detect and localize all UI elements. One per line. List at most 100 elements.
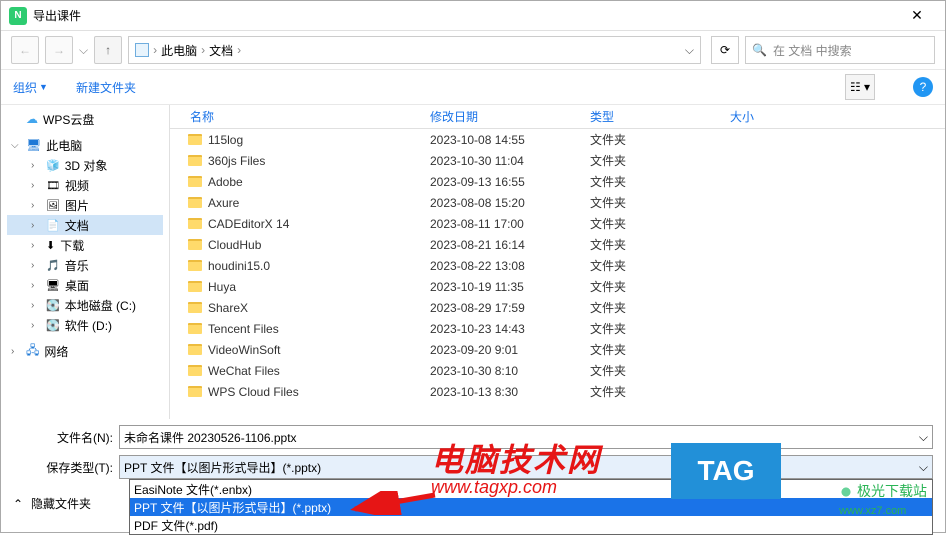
file-name: WPS Cloud Files [208, 385, 299, 399]
chevron-down-icon: ▼ [39, 82, 48, 92]
sidebar-item[interactable]: › 🧊 3D 对象 [7, 155, 163, 175]
file-type: 文件夹 [590, 341, 730, 358]
file-type: 文件夹 [590, 299, 730, 316]
table-row[interactable]: 115log 2023-10-08 14:55 文件夹 [170, 129, 945, 150]
cube-icon: 🧊 [46, 159, 60, 172]
file-type: 文件夹 [590, 278, 730, 295]
file-name: CADEditorX 14 [208, 217, 289, 231]
chevron-down-icon[interactable]: ⌵ [685, 43, 694, 58]
film-icon: 🎞 [46, 179, 60, 192]
search-placeholder: 在 文档 中搜索 [773, 42, 852, 59]
sidebar-item[interactable]: › 🖥 桌面 [7, 275, 163, 295]
filename-input[interactable]: 未命名课件 20230526-1106.pptx ⌵ [119, 425, 933, 449]
close-button[interactable]: ✕ [897, 3, 937, 29]
table-row[interactable]: WPS Cloud Files 2023-10-13 8:30 文件夹 [170, 381, 945, 402]
chevron-right-icon: › [153, 43, 157, 57]
sidebar-item-label: 3D 对象 [65, 157, 108, 174]
sidebar-item-label: 网络 [44, 343, 68, 360]
sidebar-item-label: 视频 [65, 177, 89, 194]
view-mode-button[interactable]: ☷ ▾ [845, 74, 875, 100]
table-row[interactable]: WeChat Files 2023-10-30 8:10 文件夹 [170, 360, 945, 381]
breadcrumb-root[interactable]: 此电脑 [161, 42, 197, 59]
sidebar-item-wps[interactable]: ☁ WPS云盘 [7, 109, 163, 129]
hide-folders-button[interactable]: 隐藏文件夹 [31, 495, 91, 512]
file-type: 文件夹 [590, 362, 730, 379]
sidebar-item-label: 本地磁盘 (C:) [65, 297, 136, 314]
column-type[interactable]: 类型 [590, 108, 730, 125]
network-icon: 🖧 [26, 341, 39, 362]
file-date: 2023-10-19 11:35 [430, 280, 590, 294]
table-row[interactable]: Huya 2023-10-19 11:35 文件夹 [170, 276, 945, 297]
table-row[interactable]: Tencent Files 2023-10-23 14:43 文件夹 [170, 318, 945, 339]
sidebar-item[interactable]: › 🎞 视频 [7, 175, 163, 195]
chevron-down-icon[interactable]: ⌵ [919, 460, 928, 475]
file-type: 文件夹 [590, 215, 730, 232]
sidebar-item[interactable]: › 💽 本地磁盘 (C:) [7, 295, 163, 315]
table-row[interactable]: VideoWinSoft 2023-09-20 9:01 文件夹 [170, 339, 945, 360]
help-button[interactable]: ? [913, 77, 933, 97]
table-row[interactable]: CloudHub 2023-08-21 16:14 文件夹 [170, 234, 945, 255]
file-name: Axure [208, 196, 239, 210]
filetype-select[interactable]: PPT 文件【以图片形式导出】(*.pptx) ⌵ [119, 455, 933, 479]
sidebar-item-pc[interactable]: ⌵ 🖥 此电脑 [7, 135, 163, 155]
file-list[interactable]: 115log 2023-10-08 14:55 文件夹 360js Files … [170, 129, 945, 419]
sidebar-item[interactable]: › 🖼 图片 [7, 195, 163, 215]
file-type: 文件夹 [590, 320, 730, 337]
file-date: 2023-10-30 8:10 [430, 364, 590, 378]
column-date[interactable]: 修改日期 [430, 108, 590, 125]
download-icon: ⬇ [46, 239, 55, 252]
sidebar-item[interactable]: › ⬇ 下载 [7, 235, 163, 255]
dropdown-option[interactable]: EasiNote 文件(*.enbx) [130, 480, 932, 498]
filetype-dropdown[interactable]: EasiNote 文件(*.enbx)PPT 文件【以图片形式导出】(*.ppt… [129, 479, 933, 535]
folder-icon [188, 344, 202, 355]
file-type: 文件夹 [590, 236, 730, 253]
up-button[interactable]: ↑ [94, 36, 122, 64]
history-chevron-icon[interactable]: ⌵ [79, 43, 88, 58]
sidebar-item-label: WPS云盘 [43, 111, 94, 128]
file-date: 2023-08-29 17:59 [430, 301, 590, 315]
expand-icon: › [31, 160, 41, 171]
chevron-up-icon[interactable]: ⌃ [13, 497, 23, 511]
pc-icon [135, 43, 149, 57]
organize-toolbar: 组织 ▼ 新建文件夹 ☷ ▾ ? [1, 69, 945, 105]
file-date: 2023-08-22 13:08 [430, 259, 590, 273]
expand-icon: › [31, 200, 41, 211]
organize-menu[interactable]: 组织 ▼ [13, 79, 48, 96]
sidebar-item[interactable]: › 📄 文档 [7, 215, 163, 235]
column-size[interactable]: 大小 [730, 108, 830, 125]
folder-icon [188, 323, 202, 334]
back-button[interactable]: ← [11, 36, 39, 64]
table-row[interactable]: CADEditorX 14 2023-08-11 17:00 文件夹 [170, 213, 945, 234]
dropdown-option[interactable]: PPT 文件【以图片形式导出】(*.pptx) [130, 498, 932, 516]
table-row[interactable]: Adobe 2023-09-13 16:55 文件夹 [170, 171, 945, 192]
search-input[interactable]: 🔍 在 文档 中搜索 [745, 36, 935, 64]
file-name: Huya [208, 280, 236, 294]
sidebar-item[interactable]: › 💽 软件 (D:) [7, 315, 163, 335]
breadcrumb-folder[interactable]: 文档 [209, 42, 233, 59]
sidebar-item-network[interactable]: › 🖧 网络 [7, 341, 163, 361]
expand-icon: › [31, 220, 41, 231]
chevron-down-icon[interactable]: ⌵ [919, 430, 928, 445]
refresh-button[interactable]: ⟳ [711, 36, 739, 64]
monitor-icon: 🖥 [26, 138, 41, 152]
table-row[interactable]: Axure 2023-08-08 15:20 文件夹 [170, 192, 945, 213]
folder-icon [188, 302, 202, 313]
filename-label: 文件名(N): [13, 429, 113, 446]
expand-icon: › [31, 320, 41, 331]
file-name: CloudHub [208, 238, 261, 252]
sidebar-item-label: 下载 [60, 237, 84, 254]
forward-button[interactable]: → [45, 36, 73, 64]
breadcrumb[interactable]: › 此电脑 › 文档 › ⌵ [128, 36, 701, 64]
column-name[interactable]: 名称 [170, 108, 430, 125]
file-date: 2023-10-30 11:04 [430, 154, 590, 168]
file-type: 文件夹 [590, 383, 730, 400]
sidebar-item[interactable]: › 🎵 音乐 [7, 255, 163, 275]
file-name: 360js Files [208, 154, 265, 168]
dropdown-option[interactable]: PDF 文件(*.pdf) [130, 516, 932, 534]
table-row[interactable]: houdini15.0 2023-08-22 13:08 文件夹 [170, 255, 945, 276]
file-list-header: 名称 修改日期 类型 大小 [170, 105, 945, 129]
new-folder-button[interactable]: 新建文件夹 [76, 79, 136, 96]
save-panel: 文件名(N): 未命名课件 20230526-1106.pptx ⌵ 保存类型(… [1, 419, 945, 491]
table-row[interactable]: 360js Files 2023-10-30 11:04 文件夹 [170, 150, 945, 171]
table-row[interactable]: ShareX 2023-08-29 17:59 文件夹 [170, 297, 945, 318]
